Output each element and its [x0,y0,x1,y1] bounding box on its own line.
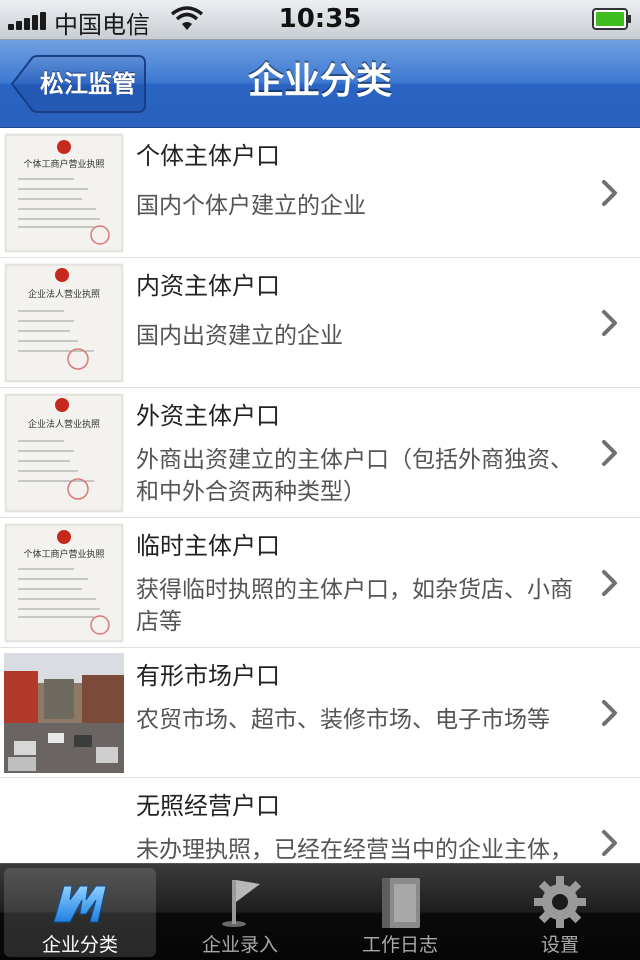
category-list: 个体工商户营业执照 个体主体户口 国内个体户建立的企业 企业法人营业执照 内资主… [0,128,640,863]
license-thumbnail: 个体工商户营业执照 [4,133,124,253]
gear-icon [534,876,586,928]
license-thumbnail: 个体工商户营业执照 [4,523,124,643]
list-item-description: 国内出资建立的企业 [136,323,343,349]
tab-settings[interactable]: 设置 [484,868,636,957]
list-item-temporary[interactable]: 个体工商户营业执照 临时主体户口 获得临时执照的主体户口，如杂货店、小商店等 [0,518,640,648]
tab-enterprise-category[interactable]: 企业分类 [4,868,156,957]
tab-label: 企业录入 [201,934,278,956]
list-item-title: 无照经营户口 [136,792,280,820]
tab-label: 企业分类 [41,934,118,956]
status-time: 10:35 [278,4,362,34]
tab-label: 工作日志 [361,934,438,956]
list-item-description: 农贸市场、超市、装修市场、电子市场等 [136,707,550,733]
list-item-description: 外商出资建立的主体户口（包括外商独资、和中外合资两种类型） [136,447,573,505]
chevron-right-icon [602,180,617,206]
list-item-individual[interactable]: 个体工商户营业执照 个体主体户口 国内个体户建立的企业 [0,128,640,258]
list-item-title: 个体主体户口 [136,142,280,170]
thumb-text: 企业法人营业执照 [28,288,100,300]
journal-icon [382,878,420,928]
list-item-title: 临时主体户口 [136,532,280,560]
license-thumbnail: 企业法人营业执照 [4,393,124,513]
list-item-title: 有形市场户口 [136,662,280,690]
chevron-right-icon [602,830,617,856]
list-item-market[interactable]: 有形市场户口 农贸市场、超市、装修市场、电子市场等 [0,648,640,778]
chevron-right-icon [602,700,617,726]
thumb-text: 企业法人营业执照 [28,418,100,430]
m-logo-icon [53,885,107,923]
list-item-description: 国内个体户建立的企业 [136,193,366,219]
list-item-domestic[interactable]: 企业法人营业执照 内资主体户口 国内出资建立的企业 [0,258,640,388]
navigation-bar: 松江监管 企业分类 [0,40,640,128]
thumb-text: 个体工商户营业执照 [23,548,104,560]
list-item-title: 内资主体户口 [136,272,280,300]
flag-icon [222,880,260,927]
tab-label: 设置 [540,934,579,956]
thumb-text: 个体工商户营业执照 [23,158,104,170]
list-item-unlicensed[interactable]: 无照经营户口 未办理执照，已经在经营当中的企业主体，未办理执照 [0,778,640,863]
tab-enterprise-entry[interactable]: 企业录入 [164,868,316,957]
list-item-description: 获得临时执照的主体户口，如杂货店、小商店等 [136,577,573,635]
license-thumbnail: 企业法人营业执照 [4,263,124,383]
status-bar: 中国电信 10:35 [0,0,640,40]
battery-icon [592,8,631,30]
tab-work-log[interactable]: 工作日志 [324,868,476,957]
list-item-title: 外资主体户口 [136,402,280,430]
list-item-foreign[interactable]: 企业法人营业执照 外资主体户口 外商出资建立的主体户口（包括外商独资、和中外合资… [0,388,640,518]
chevron-right-icon [602,440,617,466]
chevron-right-icon [602,310,617,336]
page-title: 企业分类 [247,61,392,102]
chevron-right-icon [602,570,617,596]
list-item-description: 未办理执照，已经在经营当中的企业主体，未办理执照 [136,837,573,863]
market-photo-thumbnail [4,653,124,773]
tab-bar: 企业分类 企业录入 工作日志 设置 [0,863,640,960]
